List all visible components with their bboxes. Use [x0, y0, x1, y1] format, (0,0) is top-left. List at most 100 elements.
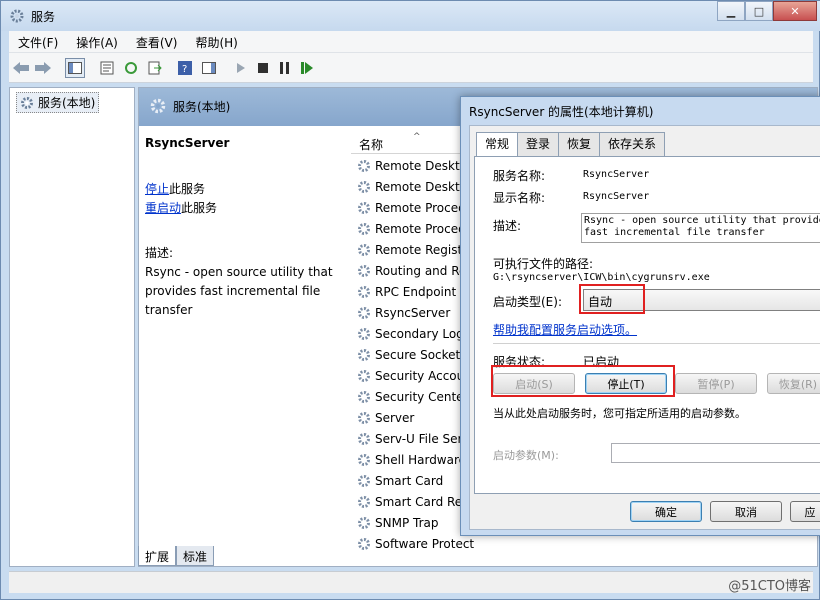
service-name-label: 服务名称: [493, 169, 546, 183]
service-detail: RsyncServer 停止此服务 重启动此服务 描述: Rsync - ope… [145, 136, 341, 320]
dialog-body: 常规 登录 恢复 依存关系 服务名称: RsyncServer 显示名称: Rs… [469, 125, 820, 530]
view-tabs: 扩展 标准 [138, 546, 215, 566]
menu-file[interactable]: 文件(F) [9, 31, 67, 53]
description-box[interactable]: Rsync - open source utility that provide… [581, 213, 820, 243]
divider [493, 343, 820, 344]
start-params-input[interactable] [611, 443, 820, 463]
service-name-cell: Serv-U File Ser [375, 431, 463, 446]
table-row[interactable]: Smart Card Re [357, 491, 474, 512]
ok-button[interactable]: 确定 [630, 501, 702, 522]
properties-dialog: RsyncServer 的属性(本地计算机) 常规 登录 恢复 依存关系 服务名… [460, 96, 820, 536]
back-arrow-icon[interactable] [11, 58, 31, 78]
service-name-cell: RPC Endpoint M [375, 284, 471, 299]
tree-item-services-local[interactable]: 服务(本地) [16, 92, 100, 113]
restart-service-link[interactable]: 重启动 [145, 201, 181, 215]
window-title: 服务 [31, 10, 56, 24]
gear-icon [358, 327, 370, 340]
tab-extended[interactable]: 扩展 [138, 546, 177, 566]
table-row[interactable]: Remote Deskto [357, 155, 474, 176]
description-line: Rsync - open source utility that provide [584, 215, 820, 226]
menu-help[interactable]: 帮助(H) [186, 31, 246, 53]
gear-icon [358, 159, 370, 172]
detail-desc-line: transfer [145, 303, 193, 317]
export-list-icon[interactable] [145, 58, 165, 78]
table-row[interactable]: Smart Card [357, 470, 474, 491]
restart-link-suffix: 此服务 [181, 201, 218, 215]
stop-service-link[interactable]: 停止 [145, 182, 169, 196]
table-row[interactable]: RsyncServer [357, 302, 474, 323]
gear-icon [358, 285, 370, 298]
refresh-icon[interactable] [121, 58, 141, 78]
gear-icon [358, 180, 370, 193]
forward-arrow-icon[interactable] [33, 58, 53, 78]
table-row[interactable]: Secondary Log [357, 323, 474, 344]
startup-help-link[interactable]: 帮助我配置服务启动选项。 [493, 321, 637, 338]
service-name-cell: Smart Card Re [375, 494, 463, 509]
properties-icon[interactable] [97, 58, 117, 78]
table-row[interactable]: Shell Hardware [357, 449, 474, 470]
table-row[interactable]: Routing and Re [357, 260, 474, 281]
gear-icon [358, 516, 370, 529]
display-name-label: 显示名称: [493, 191, 546, 205]
gear-icon [358, 348, 370, 361]
gear-icon [358, 453, 370, 466]
tab-standard[interactable]: 标准 [176, 546, 215, 566]
service-name-value: RsyncServer [583, 169, 650, 180]
apply-button[interactable]: 应 [790, 501, 820, 522]
start-service-icon[interactable] [231, 58, 251, 78]
table-row[interactable]: Software Protect [357, 533, 474, 554]
stop-service-icon[interactable] [253, 58, 273, 78]
table-row[interactable]: Secure Socket [357, 344, 474, 365]
watermark: @51CTO博客 [728, 579, 811, 594]
table-row[interactable]: Server [357, 407, 474, 428]
service-name-cell: SNMP Trap [375, 515, 439, 530]
menu-view[interactable]: 查看(V) [127, 31, 187, 53]
pause-button[interactable]: 暂停(P) [675, 373, 757, 394]
menu-action[interactable]: 操作(A) [67, 31, 127, 53]
pane-title: 服务(本地) [173, 100, 231, 114]
tab-general[interactable]: 常规 [476, 132, 519, 156]
gear-icon [358, 264, 370, 277]
table-row[interactable]: RPC Endpoint M [357, 281, 474, 302]
gear-icon [358, 222, 370, 235]
display-name-value: RsyncServer [583, 191, 650, 202]
table-row[interactable]: SNMP Trap [357, 512, 474, 533]
console-tree-icon[interactable] [65, 58, 85, 78]
gear-icon [358, 306, 370, 319]
tab-logon[interactable]: 登录 [517, 132, 560, 156]
table-row[interactable]: Security Center [357, 386, 474, 407]
maximize-button[interactable]: □ [745, 1, 773, 21]
resume-button[interactable]: 恢复(R) [767, 373, 820, 394]
service-name-cell: Security Center [375, 389, 469, 404]
help-icon[interactable]: ? [175, 58, 195, 78]
status-bar [9, 571, 813, 593]
gear-icon [150, 98, 166, 114]
gear-icon [358, 495, 370, 508]
dialog-tabs: 常规 登录 恢复 依存关系 [476, 132, 666, 156]
highlight-box [579, 284, 645, 314]
gear-icon [358, 243, 370, 256]
restart-service-icon[interactable] [297, 58, 317, 78]
sort-arrow-icon: ^ [413, 132, 421, 142]
detail-desc-line: provides fast incremental file [145, 284, 321, 298]
pause-service-icon[interactable] [275, 58, 295, 78]
show-hide-pane-icon[interactable] [199, 58, 219, 78]
description-line: fast incremental file transfer [584, 227, 765, 238]
tab-recovery[interactable]: 恢复 [558, 132, 601, 156]
tab-dependencies[interactable]: 依存关系 [599, 132, 666, 156]
table-row[interactable]: Security Accou [357, 365, 474, 386]
service-name-cell: Software Protect [375, 536, 475, 551]
startup-type-label: 启动类型(E): [493, 295, 562, 309]
gear-icon [358, 474, 370, 487]
table-row[interactable]: Remote Proced [357, 218, 474, 239]
service-name-cell: Smart Card [375, 473, 444, 488]
title-bar: 服务 ▁ □ ✕ [1, 1, 820, 31]
cancel-button[interactable]: 取消 [710, 501, 782, 522]
table-row[interactable]: Serv-U File Ser [357, 428, 474, 449]
table-row[interactable]: Remote Regist [357, 239, 474, 260]
start-params-label: 启动参数(M): [493, 449, 559, 462]
minimize-button[interactable]: ▁ [717, 1, 745, 21]
table-row[interactable]: Remote Proced [357, 197, 474, 218]
table-row[interactable]: Remote Deskto [357, 176, 474, 197]
close-button[interactable]: ✕ [773, 1, 817, 21]
